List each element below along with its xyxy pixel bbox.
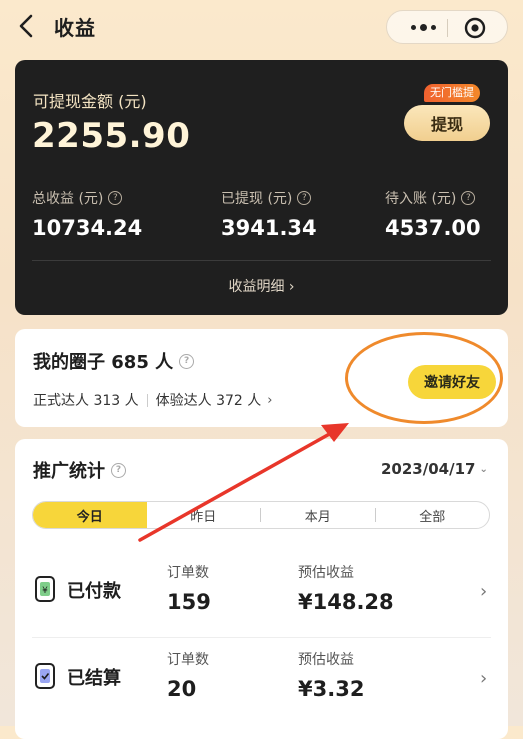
mini-program-capsule [386, 10, 508, 44]
settled-icon [35, 663, 55, 689]
earnings-card: 可提现金额 (元) 2255.90 无门槛提 提现 总收益 (元)? 10734… [15, 60, 508, 315]
settled-row[interactable]: 已结算 订单数 20 预估收益 ¥3.32 › [15, 639, 508, 721]
orders-value: 20 [167, 677, 197, 701]
date-selector[interactable]: 2023/04/17 ⌄ [381, 460, 488, 478]
stat-value: 10734.24 [32, 216, 143, 240]
circle-title-row: 我的圈子 685 人 ? [33, 348, 195, 374]
orders-label: 订单数 [167, 565, 209, 581]
est-label: 预估收益 [298, 565, 354, 581]
question-icon[interactable]: ? [179, 353, 195, 369]
my-circle-card: 我的圈子 685 人 ? 正式达人 313 人 体验达人 372 人 › 邀请好… [15, 329, 508, 427]
total-earnings-stat: 总收益 (元)? 10734.24 [32, 188, 142, 240]
question-icon[interactable]: ? [297, 191, 312, 205]
est-value: ¥3.32 [298, 677, 365, 701]
page-title: 收益 [54, 16, 96, 40]
close-target-icon[interactable] [461, 14, 489, 42]
promo-title-row: 推广统计 ? [33, 457, 126, 483]
withdraw-button[interactable]: 提现 [404, 105, 490, 141]
back-arrow-icon[interactable] [14, 12, 38, 40]
available-label: 可提现金额 (元) [33, 92, 147, 111]
tab-yesterday[interactable]: 昨日 [147, 502, 261, 528]
circle-title: 我的圈子 685 人 [33, 352, 174, 373]
circle-members-link[interactable]: 正式达人 313 人 体验达人 372 人 › [33, 390, 272, 410]
question-icon[interactable]: ? [108, 191, 123, 205]
divider [32, 260, 491, 261]
formal-members: 正式达人 313 人 [33, 393, 139, 409]
trial-members: 体验达人 372 人 [155, 393, 262, 409]
question-icon[interactable]: ? [111, 462, 126, 478]
est-value: ¥148.28 [298, 590, 394, 614]
chevron-right-icon: › [480, 668, 488, 689]
stat-label: 已提现 (元) [221, 191, 293, 207]
more-dots-icon[interactable] [401, 11, 445, 43]
wallet-icon: ¥ [35, 576, 55, 602]
est-label: 预估收益 [298, 652, 354, 668]
date-value: 2023/04/17 [381, 460, 476, 478]
promotion-stats-card: 推广统计 ? 2023/04/17 ⌄ 今日 昨日 本月 全部 ¥ 已付款 订单… [15, 439, 508, 739]
pending-stat: 待入账 (元)? 4537.00 [385, 188, 481, 240]
stat-label: 总收益 (元) [32, 191, 104, 207]
svg-text:¥: ¥ [42, 586, 48, 596]
separator [146, 393, 148, 407]
tab-today[interactable]: 今日 [33, 502, 147, 528]
chevron-right-icon: › [267, 392, 273, 408]
paid-row[interactable]: ¥ 已付款 订单数 159 预估收益 ¥148.28 › [15, 552, 508, 634]
available-amount: 2255.90 [32, 116, 191, 156]
orders-value: 159 [167, 590, 211, 614]
withdrawn-stat: 已提现 (元)? 3941.34 [221, 188, 317, 240]
tab-month[interactable]: 本月 [261, 502, 375, 528]
period-tabs: 今日 昨日 本月 全部 [32, 501, 490, 529]
stat-value: 4537.00 [385, 216, 481, 240]
chevron-right-icon: › [480, 581, 488, 602]
invite-friends-button[interactable]: 邀请好友 [408, 365, 496, 399]
row-name: 已结算 [67, 668, 121, 689]
capsule-divider [447, 19, 448, 37]
orders-label: 订单数 [167, 652, 209, 668]
row-divider [32, 637, 491, 638]
nav-header: 收益 [0, 0, 523, 52]
no-threshold-badge: 无门槛提 [424, 84, 480, 102]
promo-title: 推广统计 [33, 461, 105, 482]
chevron-down-icon: ⌄ [479, 463, 488, 475]
earnings-detail-link[interactable]: 收益明细 › [15, 276, 508, 296]
row-name: 已付款 [67, 581, 121, 602]
tab-all[interactable]: 全部 [376, 502, 490, 528]
stat-label: 待入账 (元) [385, 191, 457, 207]
stat-value: 3941.34 [221, 216, 317, 240]
question-icon[interactable]: ? [461, 191, 476, 205]
